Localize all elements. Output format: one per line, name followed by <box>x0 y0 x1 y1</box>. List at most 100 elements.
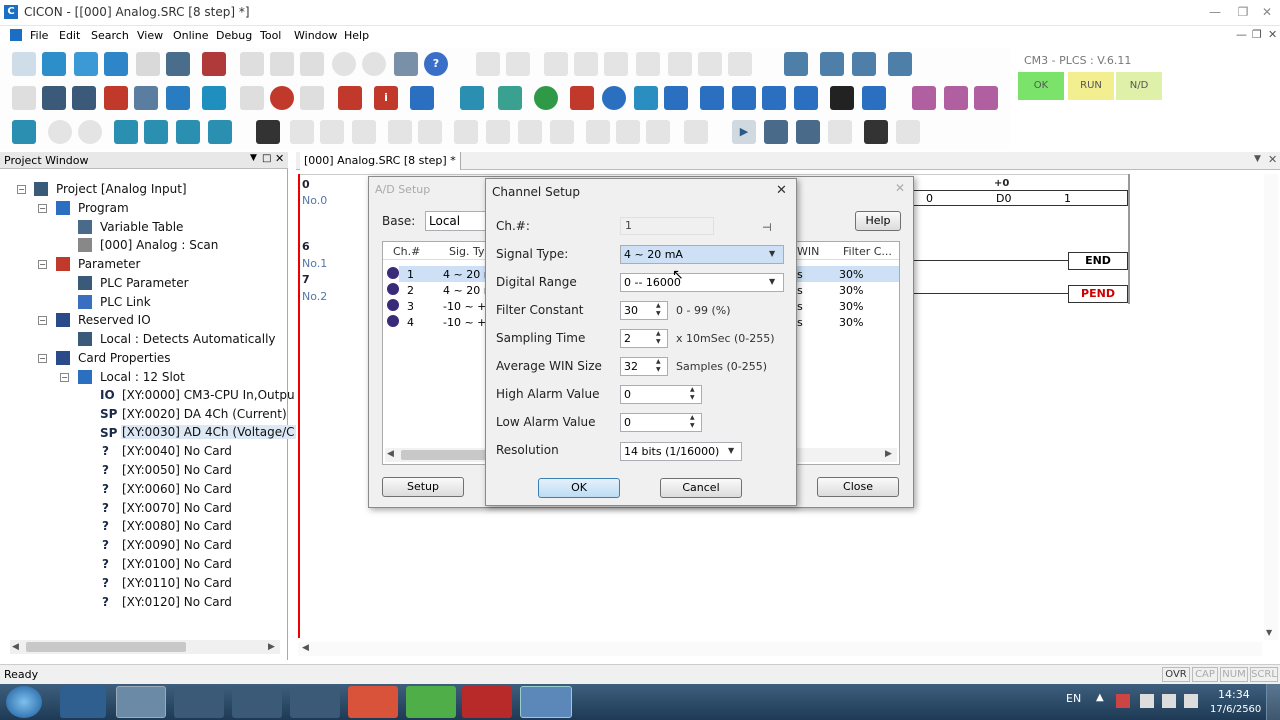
hand2-icon[interactable] <box>300 86 324 110</box>
t6-icon[interactable] <box>454 120 478 144</box>
t12-icon[interactable] <box>646 120 670 144</box>
find2-icon[interactable] <box>698 52 722 76</box>
scroll-down-icon[interactable]: ▼ <box>1266 628 1272 637</box>
break2-icon[interactable] <box>896 120 920 144</box>
tree-item[interactable]: [XY:0050] No Card <box>122 463 232 477</box>
t3-icon[interactable] <box>352 120 376 144</box>
tree-item[interactable]: PLC Parameter <box>100 276 189 290</box>
menu-debug[interactable]: Debug <box>216 29 252 42</box>
end-instruction[interactable]: END <box>1068 252 1128 270</box>
expander[interactable]: − <box>38 260 47 269</box>
tree-item[interactable]: Project [Analog Input] <box>56 182 187 196</box>
dock-icon[interactable]: □ <box>262 153 271 164</box>
explorer-icon[interactable] <box>116 686 166 718</box>
break-icon[interactable] <box>864 120 888 144</box>
tab-analog[interactable]: [000] Analog.SRC [8 step] * <box>300 152 461 170</box>
expander[interactable]: − <box>38 204 47 213</box>
tree-item[interactable]: PLC Link <box>100 295 151 309</box>
scroll-left-icon[interactable]: ◀ <box>12 642 19 652</box>
ok-button[interactable]: OK <box>538 478 620 498</box>
stop-icon[interactable] <box>104 86 128 110</box>
info-icon[interactable]: i <box>374 86 398 110</box>
menu-file[interactable]: File <box>30 29 48 42</box>
menu-tool[interactable]: Tool <box>260 29 281 42</box>
cut-icon[interactable] <box>544 52 568 76</box>
page-icon[interactable] <box>700 86 724 110</box>
tree-item[interactable]: [XY:0000] CM3-CPU In,Outpu <box>122 388 295 402</box>
t11-icon[interactable] <box>616 120 640 144</box>
tool-icon[interactable] <box>300 52 324 76</box>
all-icon[interactable] <box>888 52 912 76</box>
add-icon[interactable] <box>104 52 128 76</box>
cicon-red-icon[interactable] <box>348 686 398 718</box>
tray-expand-icon[interactable]: ▲ <box>1096 692 1104 703</box>
tree-item[interactable]: Reserved IO <box>78 313 151 327</box>
tree-item-selected[interactable]: [XY:0030] AD 4Ch (Voltage/C <box>121 425 296 439</box>
instruction-box[interactable] <box>914 190 1128 206</box>
setup-button[interactable]: Setup <box>382 477 464 497</box>
t7-icon[interactable] <box>486 120 510 144</box>
cancel-button[interactable]: Cancel <box>660 478 742 498</box>
media-player-icon[interactable] <box>174 686 224 718</box>
mdi-restore-icon[interactable]: ❐ <box>1252 28 1262 41</box>
find-icon[interactable] <box>668 52 692 76</box>
paste2-icon[interactable] <box>604 52 628 76</box>
download-icon[interactable] <box>852 52 876 76</box>
close-button[interactable]: Close <box>817 477 899 497</box>
restore-icon[interactable]: ❐ <box>1232 4 1254 20</box>
cross-icon[interactable] <box>42 86 66 110</box>
tree-item[interactable]: Parameter <box>78 257 140 271</box>
tree-item[interactable]: Local : Detects Automatically <box>100 332 276 346</box>
clock-date[interactable]: 17/6/2560 <box>1210 704 1261 715</box>
close-icon[interactable]: ✕ <box>1256 4 1278 20</box>
contact-icon[interactable] <box>114 120 138 144</box>
save-icon[interactable] <box>136 52 160 76</box>
scroll-right-icon[interactable]: ▶ <box>268 642 275 652</box>
tree-item[interactable]: [XY:0120] No Card <box>122 595 232 609</box>
spinner-icon[interactable]: ▲ ▼ <box>690 414 695 430</box>
tab-menu-icon[interactable]: ▼ <box>1254 154 1261 164</box>
language-indicator[interactable]: EN <box>1066 692 1081 705</box>
tree-item[interactable]: [XY:0060] No Card <box>122 482 232 496</box>
tree-item[interactable]: [XY:0080] No Card <box>122 519 232 533</box>
tab-close-icon[interactable]: ✕ <box>1268 153 1277 166</box>
scroll-thumb[interactable] <box>26 642 186 652</box>
doc-icon[interactable] <box>134 86 158 110</box>
t5-icon[interactable] <box>418 120 442 144</box>
mdi-close-icon[interactable]: ✕ <box>1268 28 1277 41</box>
scroll-right-icon[interactable]: ▶ <box>885 449 892 459</box>
editor-vscrollbar[interactable]: ▼ <box>1264 174 1278 640</box>
lock-icon[interactable] <box>338 86 362 110</box>
pin-icon[interactable]: ▼ <box>250 153 257 163</box>
ad-setup-close-icon[interactable]: ✕ <box>895 181 905 195</box>
tree-item[interactable]: Card Properties <box>78 351 171 365</box>
editor-hscrollbar[interactable]: ◀ <box>298 642 1262 656</box>
scroll-left-icon[interactable]: ◀ <box>302 643 309 653</box>
connect-icon[interactable] <box>784 52 808 76</box>
cicon-green-icon[interactable] <box>406 686 456 718</box>
step-icon[interactable] <box>764 120 788 144</box>
menu-view[interactable]: View <box>137 29 163 42</box>
book-icon[interactable] <box>410 86 434 110</box>
select-icon[interactable] <box>256 120 280 144</box>
t1-icon[interactable] <box>290 120 314 144</box>
t9-icon[interactable] <box>550 120 574 144</box>
sync-icon[interactable] <box>534 86 558 110</box>
block-icon[interactable] <box>570 86 594 110</box>
tree-item[interactable]: Program <box>78 201 129 215</box>
tree-item[interactable]: [XY:0070] No Card <box>122 501 232 515</box>
chart-icon[interactable] <box>664 86 688 110</box>
panel-close-icon[interactable]: ✕ <box>275 152 284 165</box>
zoom-in-icon[interactable] <box>48 120 72 144</box>
t2-icon[interactable] <box>320 120 344 144</box>
tree-item[interactable]: Local : 12 Slot <box>100 370 185 384</box>
spinner-icon[interactable]: ▲ ▼ <box>656 358 661 374</box>
settings-icon[interactable] <box>602 86 626 110</box>
menu-window[interactable]: Window <box>294 29 337 42</box>
hand-icon[interactable] <box>240 86 264 110</box>
new-icon[interactable] <box>12 52 36 76</box>
t4-icon[interactable] <box>388 120 412 144</box>
show-desktop-button[interactable] <box>1266 684 1280 720</box>
expander[interactable]: − <box>17 185 26 194</box>
resolution-select[interactable]: 14 bits (1/16000) <box>620 442 742 461</box>
